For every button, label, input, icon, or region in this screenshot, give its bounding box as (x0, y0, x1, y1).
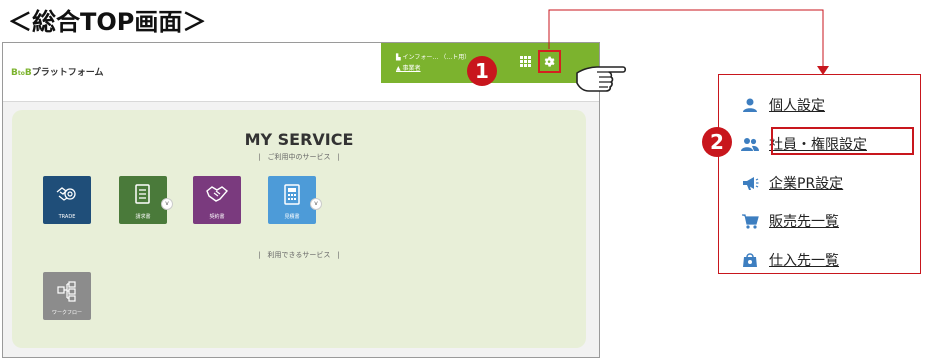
pointing-hand-icon (576, 66, 627, 92)
menu-item-sales-destinations[interactable]: 販売先一覧 (741, 209, 839, 233)
menu-item-company-pr-settings[interactable]: 企業PR設定 (741, 171, 843, 195)
page-title: ＜総合TOP画面＞ (8, 8, 207, 36)
platform-logo[interactable]: BtoBプラットフォーム (11, 65, 103, 78)
apps-grid-icon[interactable] (520, 56, 531, 67)
services-in-use-label: | ご利用中のサービス | (258, 153, 340, 161)
megaphone-icon (743, 177, 759, 190)
handshake-icon (206, 186, 229, 202)
service-label: ワークフロー (51, 310, 82, 316)
expand-badge[interactable]: v (161, 198, 173, 210)
cart-icon (742, 214, 759, 229)
company-name[interactable]: ▙ インフォー… （…ト用） (396, 52, 470, 61)
person-icon (743, 98, 757, 112)
main-content: MY SERVICE | ご利用中のサービス | TRADE 請求書 v 契約書… (3, 102, 599, 357)
handshake-gear-icon (56, 187, 76, 201)
settings-gear-button[interactable] (538, 50, 561, 73)
service-label: 契約書 (209, 214, 225, 220)
step-2-badge: 2 (702, 127, 732, 157)
document-icon (135, 184, 150, 204)
expand-badge[interactable]: v (310, 198, 322, 210)
service-label: 見積書 (284, 214, 300, 220)
menu-item-suppliers[interactable]: 仕入先一覧 (741, 248, 839, 272)
my-service-panel: MY SERVICE | ご利用中のサービス | TRADE 請求書 v 契約書… (12, 110, 586, 348)
service-label: 請求書 (135, 214, 151, 220)
service-tile-contract[interactable]: 契約書 (193, 176, 241, 224)
step-1-badge: 1 (467, 56, 497, 86)
my-service-title: MY SERVICE (244, 130, 354, 149)
bag-icon (743, 253, 757, 267)
service-tile-workflow[interactable]: ワークフロー (43, 272, 91, 320)
workflow-icon (57, 281, 76, 302)
service-tile-trade[interactable]: TRADE (43, 176, 91, 224)
highlight-box (771, 127, 914, 155)
service-label: TRADE (58, 214, 76, 220)
people-icon (741, 138, 759, 151)
services-available-label: | 利用できるサービス | (258, 251, 340, 259)
screenshot-frame: BtoBプラットフォーム ▙ インフォー… （…ト用） ▲ 事業者 MY SER… (2, 42, 600, 358)
user-name[interactable]: ▲ 事業者 (396, 63, 421, 72)
service-tile-estimate[interactable]: 見積書 v (268, 176, 322, 224)
calculator-icon (284, 184, 300, 205)
settings-menu: 個人設定 社員・権限設定 企業PR設定 販売先一覧 仕入先一覧 (718, 74, 921, 274)
top-header: BtoBプラットフォーム ▙ インフォー… （…ト用） ▲ 事業者 (3, 43, 599, 102)
gear-icon (544, 56, 555, 67)
service-tile-invoice[interactable]: 請求書 v (119, 176, 173, 224)
menu-item-personal-settings[interactable]: 個人設定 (741, 93, 825, 117)
